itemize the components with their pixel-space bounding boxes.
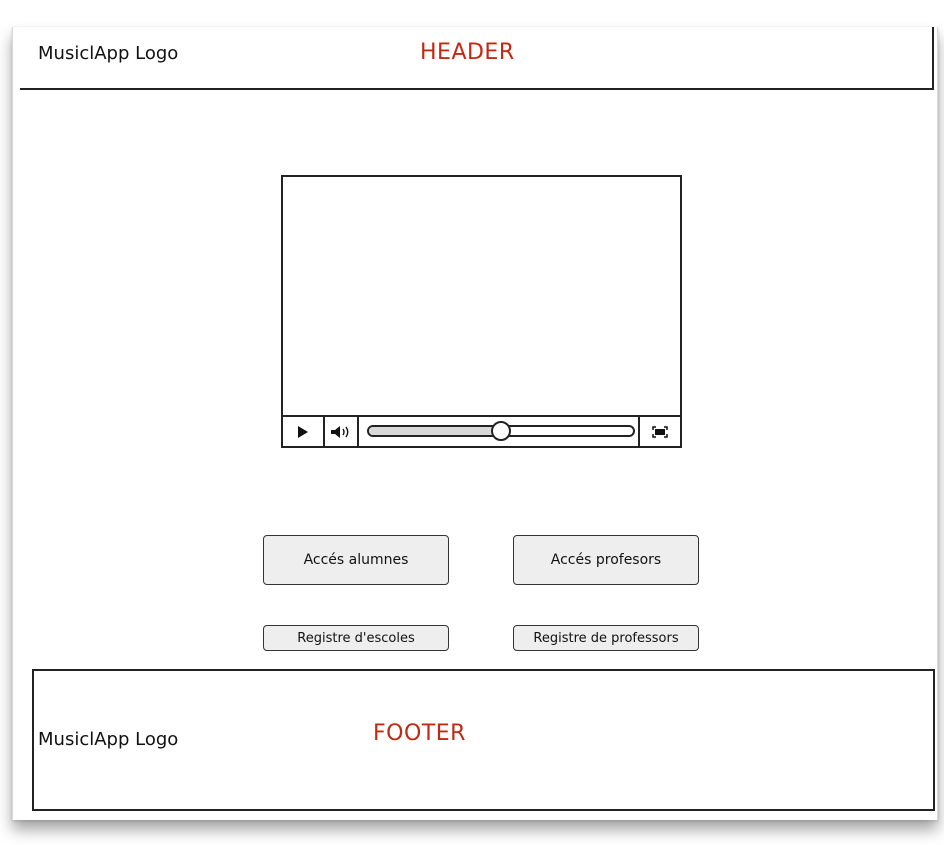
students-access-button[interactable]: Accés alumnes [263,535,449,585]
teachers-register-button[interactable]: Registre de professors [513,625,699,651]
volume-button[interactable] [325,417,359,446]
header-label: HEADER [420,40,515,65]
seek-progress [369,427,501,435]
volume-icon [331,425,349,438]
teachers-access-button[interactable]: Accés profesors [513,535,699,585]
schools-register-button[interactable]: Registre d'escoles [263,625,449,651]
footer-label: FOOTER [373,721,466,746]
seek-handle[interactable] [491,421,511,441]
play-icon [298,425,308,438]
play-button[interactable] [283,417,325,446]
fullscreen-button[interactable] [638,417,680,446]
video-controls [283,415,680,446]
header-logo[interactable]: MusiclApp Logo [38,43,178,64]
footer-logo[interactable]: MusiclApp Logo [38,729,178,750]
video-player[interactable] [281,175,682,448]
fullscreen-icon [652,425,668,438]
